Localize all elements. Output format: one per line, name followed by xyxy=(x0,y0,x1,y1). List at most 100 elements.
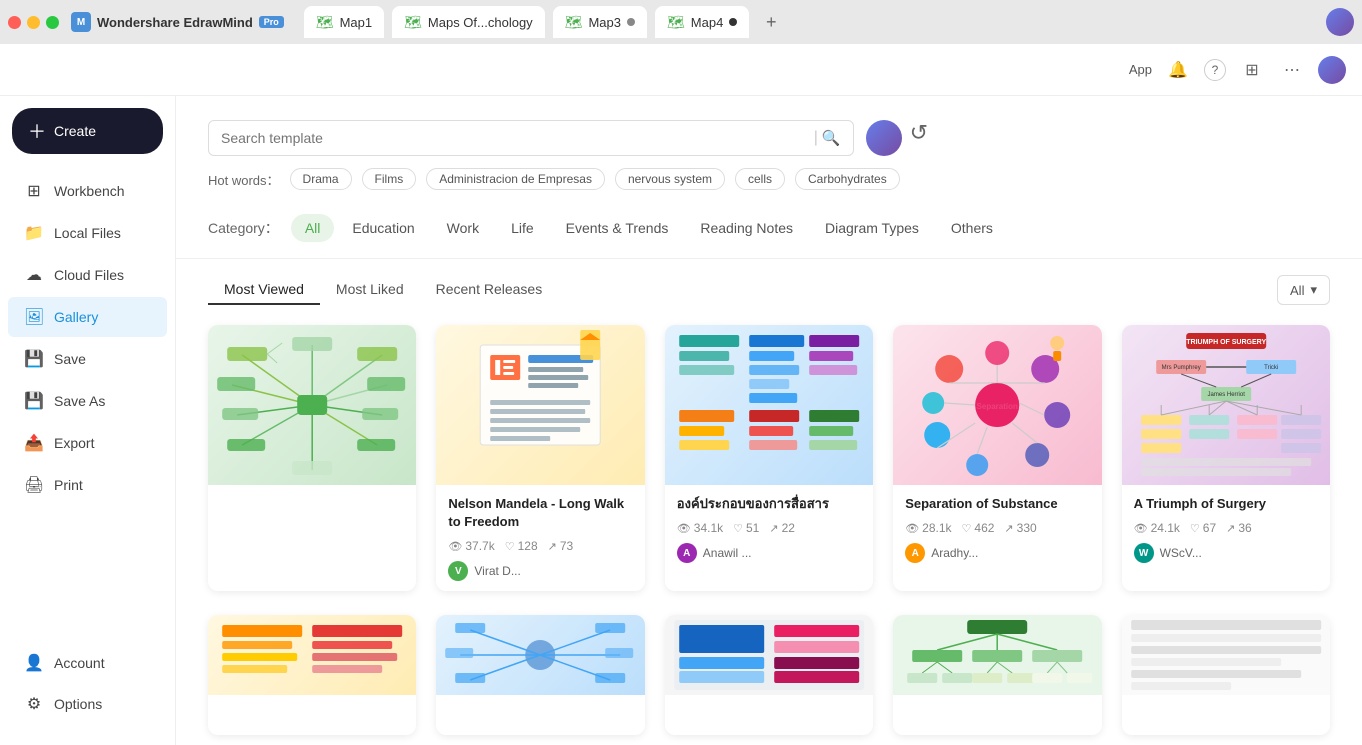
tab-map4-dot xyxy=(729,18,737,26)
share-icon-1: ↗ xyxy=(548,540,557,553)
cat-education[interactable]: Education xyxy=(338,214,428,242)
sidebar: ＋ Create ⊞ Workbench 📁 Local Files ☁ Clo… xyxy=(0,96,176,745)
grid-icon[interactable]: ⊞ xyxy=(1238,56,1266,84)
hot-tag-cells[interactable]: cells xyxy=(735,168,785,190)
stat-likes-1: ♡ 128 xyxy=(505,539,538,553)
sidebar-item-local-files[interactable]: 📁 Local Files xyxy=(8,213,167,253)
hot-tag-drama[interactable]: Drama xyxy=(290,168,352,190)
maximize-btn[interactable] xyxy=(46,16,59,29)
tab-map1-label: Map1 xyxy=(340,15,373,30)
hot-tag-carbo[interactable]: Carbohydrates xyxy=(795,168,900,190)
account-icon: 👤 xyxy=(24,653,44,673)
stat-shares-4: ↗ 36 xyxy=(1226,521,1252,535)
main-content: | 🔍 ↺ Hot words： Drama Films Administrac… xyxy=(176,96,1362,745)
close-btn[interactable] xyxy=(8,16,21,29)
sort-recent[interactable]: Recent Releases xyxy=(420,275,559,305)
tab-map3[interactable]: 🗺 Map3 xyxy=(553,6,647,38)
gallery-icon: 🖼 xyxy=(24,307,44,327)
tab-maps-psychology[interactable]: 🗺 Maps Of...chology xyxy=(392,6,545,38)
mindmap-svg-2 xyxy=(665,325,873,485)
sort-most-viewed[interactable]: Most Viewed xyxy=(208,275,320,305)
book-svg-1 xyxy=(436,325,644,485)
card-row2-3[interactable] xyxy=(665,615,873,735)
tab-map3-icon: 🗺 xyxy=(565,14,583,31)
cat-others[interactable]: Others xyxy=(937,214,1007,242)
tab-map1[interactable]: 🗺 Map1 xyxy=(304,6,384,38)
tab-map3-dot xyxy=(627,18,635,26)
cat-all[interactable]: All xyxy=(291,214,335,242)
cat-events[interactable]: Events & Trends xyxy=(552,214,683,242)
card-mindmap-large[interactable] xyxy=(208,325,416,591)
author-avatar-4: W xyxy=(1134,543,1154,563)
card-row2-2[interactable] xyxy=(436,615,644,735)
sidebar-item-account[interactable]: 👤 Account xyxy=(8,643,167,683)
cat-life[interactable]: Life xyxy=(497,214,548,242)
app-header: App 🔔 ? ⊞ ⋯ xyxy=(0,44,1362,96)
stat-shares-1: ↗ 73 xyxy=(548,539,574,553)
card-thai[interactable]: องค์ประกอบของการสื่อสาร 👁 34.1k ♡ 51 ↗ xyxy=(665,325,873,591)
card-title-2: องค์ประกอบของการสื่อสาร xyxy=(677,495,861,513)
search-divider: | xyxy=(814,129,818,147)
stat-views-1: 👁 37.7k xyxy=(448,539,494,553)
card-row2-5[interactable] xyxy=(1122,615,1330,735)
eye-icon-3: 👁 xyxy=(905,522,919,535)
card-title-1: Nelson Mandela - Long Walk to Freedom xyxy=(448,495,632,531)
sidebar-item-workbench[interactable]: ⊞ Workbench xyxy=(8,171,167,211)
cloud-files-icon: ☁ xyxy=(24,265,44,285)
filter-dropdown[interactable]: All ▾ xyxy=(1277,275,1330,305)
sidebar-item-options[interactable]: ⚙ Options xyxy=(8,684,167,724)
app-logo-icon: M xyxy=(71,12,91,32)
shares-count-2: 22 xyxy=(782,521,795,535)
cat-diagram-types[interactable]: Diagram Types xyxy=(811,214,933,242)
card-triumph[interactable]: TRIUMPH OF SURGERY Mrs Pumphrey Tricki J… xyxy=(1122,325,1330,591)
search-icon[interactable]: 🔍 xyxy=(822,129,841,147)
help-icon[interactable]: ? xyxy=(1204,59,1226,81)
search-input[interactable] xyxy=(221,130,810,146)
cat-reading-notes[interactable]: Reading Notes xyxy=(686,214,807,242)
user-avatar-header[interactable] xyxy=(1318,56,1346,84)
cat-work[interactable]: Work xyxy=(433,214,493,242)
sidebar-saveas-label: Save As xyxy=(54,393,105,409)
sidebar-item-print[interactable]: 🖨 Print xyxy=(8,465,167,505)
card-row2-4[interactable] xyxy=(893,615,1101,735)
hot-tag-films[interactable]: Films xyxy=(362,168,417,190)
radial-svg-3: Separation xyxy=(893,325,1101,485)
filter-chevron-icon: ▾ xyxy=(1310,282,1317,298)
sidebar-gallery-label: Gallery xyxy=(54,309,98,325)
card-row2-1[interactable] xyxy=(208,615,416,735)
tab-map4[interactable]: 🗺 Map4 xyxy=(655,6,749,38)
user-avatar-titlebar[interactable] xyxy=(1326,8,1354,36)
create-plus-icon: ＋ xyxy=(28,118,46,144)
sidebar-item-gallery[interactable]: 🖼 Gallery xyxy=(8,297,167,337)
local-files-icon: 📁 xyxy=(24,223,44,243)
svg-text:Mrs Pumphrey: Mrs Pumphrey xyxy=(1161,365,1200,371)
more-icon[interactable]: ⋯ xyxy=(1278,56,1306,84)
card-author-4: W WScV... xyxy=(1134,543,1318,563)
hot-tag-nervous[interactable]: nervous system xyxy=(615,168,725,190)
eye-icon-2: 👁 xyxy=(677,522,691,535)
app-button[interactable]: App xyxy=(1129,62,1152,77)
bell-icon[interactable]: 🔔 xyxy=(1164,56,1192,84)
sidebar-item-save[interactable]: 💾 Save xyxy=(8,339,167,379)
hot-tag-administracion[interactable]: Administracion de Empresas xyxy=(426,168,605,190)
minimize-btn[interactable] xyxy=(27,16,40,29)
sort-most-liked[interactable]: Most Liked xyxy=(320,275,420,305)
user-avatar-gallery[interactable] xyxy=(866,120,902,156)
refresh-icon[interactable]: ↺ xyxy=(910,120,928,156)
sidebar-item-save-as[interactable]: 💾 Save As xyxy=(8,381,167,421)
card-nelson-mandela[interactable]: Nelson Mandela - Long Walk to Freedom 👁 … xyxy=(436,325,644,591)
card-body-2: องค์ประกอบของการสื่อสาร 👁 34.1k ♡ 51 ↗ xyxy=(665,485,873,573)
share-icon-2: ↗ xyxy=(769,522,778,535)
new-tab-button[interactable]: + xyxy=(757,8,785,36)
stat-views-2: 👁 34.1k xyxy=(677,521,723,535)
stat-likes-3: ♡ 462 xyxy=(962,521,995,535)
sidebar-item-export[interactable]: 📤 Export xyxy=(8,423,167,463)
sidebar-print-label: Print xyxy=(54,477,83,493)
share-icon-4: ↗ xyxy=(1226,522,1235,535)
stat-likes-2: ♡ 51 xyxy=(733,521,759,535)
heart-icon-3: ♡ xyxy=(962,522,972,535)
card-separation[interactable]: Separation xyxy=(893,325,1101,591)
print-icon: 🖨 xyxy=(24,475,44,495)
sidebar-item-cloud-files[interactable]: ☁ Cloud Files xyxy=(8,255,167,295)
create-button[interactable]: ＋ Create xyxy=(12,108,163,154)
